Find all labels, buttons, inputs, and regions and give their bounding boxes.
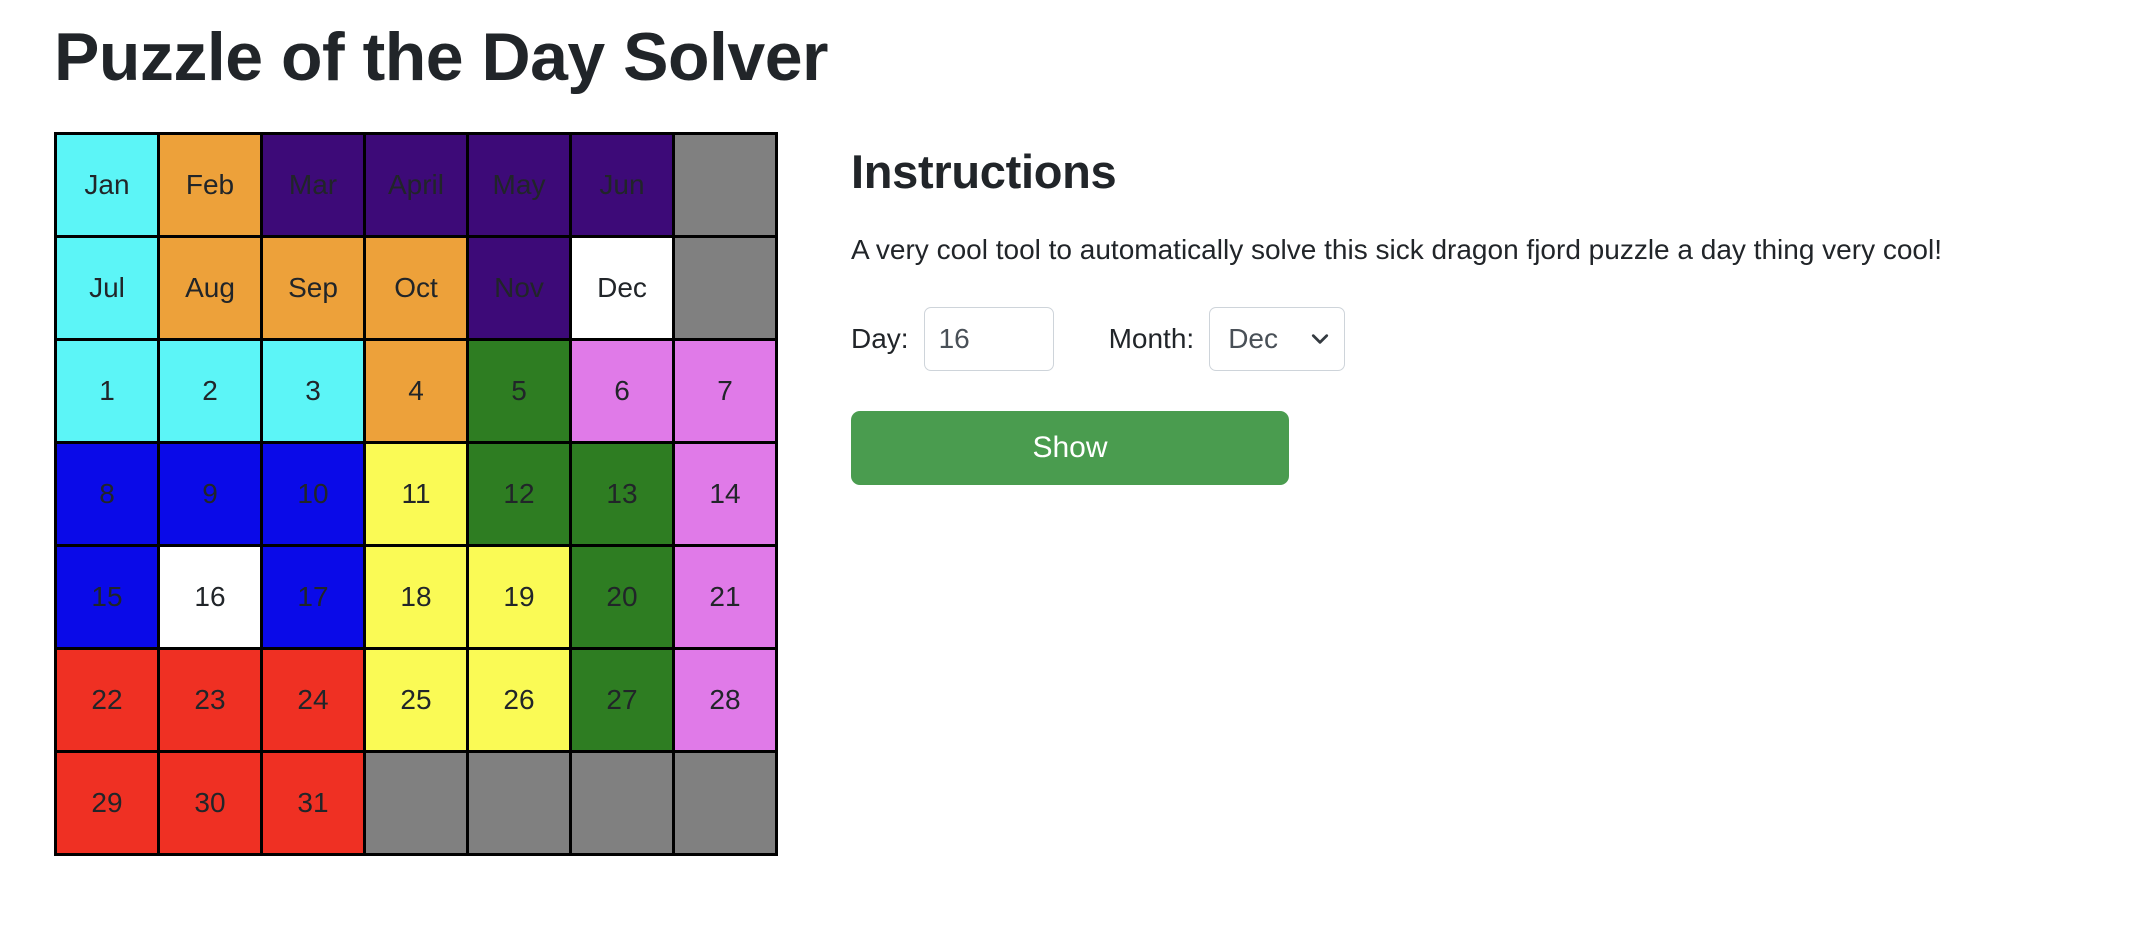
show-button[interactable]: Show xyxy=(851,410,1289,485)
board-cell-4[interactable]: 4 xyxy=(363,338,469,445)
instructions-text: A very cool tool to automatically solve … xyxy=(851,234,1942,266)
board-cell-20[interactable]: 20 xyxy=(569,544,675,651)
board-row: 22 23 24 25 26 27 28 xyxy=(54,647,778,754)
board-cell-7[interactable]: 7 xyxy=(672,338,778,445)
board-cell-dec[interactable]: Dec xyxy=(569,235,675,342)
board-cell-jul[interactable]: Jul xyxy=(54,235,160,342)
board-cell-aug[interactable]: Aug xyxy=(157,235,263,342)
board-row: 1234567 xyxy=(54,338,778,445)
board-row: Jan Feb Mar April May Jun xyxy=(54,132,778,239)
board-row: Jul Aug Sep Oct Nov Dec xyxy=(54,235,778,342)
month-select[interactable]: JanFebMarAprilMayJunJulAugSepOctNovDec xyxy=(1209,306,1346,371)
date-form: Day: Month: JanFebMarAprilMayJunJulAugSe… xyxy=(851,306,2148,371)
month-select-wrapper: JanFebMarAprilMayJunJulAugSepOctNovDec xyxy=(1209,306,1346,371)
board-cell-21[interactable]: 21 xyxy=(672,544,778,651)
board-cell-3[interactable]: 3 xyxy=(260,338,366,445)
board-cell-empty xyxy=(672,132,778,239)
board-cell-8[interactable]: 8 xyxy=(54,441,160,548)
board-cell-may[interactable]: May xyxy=(466,132,572,239)
board-cell-24[interactable]: 24 xyxy=(260,647,366,754)
board-cell-feb[interactable]: Feb xyxy=(157,132,263,239)
board-cell-26[interactable]: 26 xyxy=(466,647,572,754)
board-cell-mar[interactable]: Mar xyxy=(260,132,366,239)
board-cell-empty xyxy=(672,750,778,857)
board-cell-9[interactable]: 9 xyxy=(157,441,263,548)
board-cell-19[interactable]: 19 xyxy=(466,544,572,651)
main-columns: Jan Feb Mar April May Jun Jul Aug Sep Oct Nov Dec 1 2… xyxy=(54,132,2148,857)
instructions-panel: Instructions A very cool tool to automat… xyxy=(778,132,2148,485)
board-cell-15[interactable]: 15 xyxy=(54,544,160,651)
board-cell-27[interactable]: 27 xyxy=(569,647,675,754)
board-cell-1[interactable]: 1 xyxy=(54,338,160,445)
day-label: Day: xyxy=(851,322,909,354)
board-cell-empty xyxy=(363,750,469,857)
board-row: 15 16 17 18 19 20 21 xyxy=(54,544,778,651)
board-cell-5[interactable]: 5 xyxy=(466,338,572,445)
board-row: 8 9 10 11 12 13 14 xyxy=(54,441,778,548)
board-cell-nov[interactable]: Nov xyxy=(466,235,572,342)
board-cell-17[interactable]: 17 xyxy=(260,544,366,651)
app-root: Puzzle of the Day Solver Jan Feb Mar April M… xyxy=(0,0,2148,857)
board-cell-12[interactable]: 12 xyxy=(466,441,572,548)
board-cell-25[interactable]: 25 xyxy=(363,647,469,754)
board-cell-6[interactable]: 6 xyxy=(569,338,675,445)
board-cell-14[interactable]: 14 xyxy=(672,441,778,548)
board-cell-28[interactable]: 28 xyxy=(672,647,778,754)
puzzle-board-container: Jan Feb Mar April May Jun Jul Aug Sep Oct Nov Dec 1 2… xyxy=(54,132,778,857)
instructions-heading: Instructions xyxy=(851,145,1117,199)
board-cell-11[interactable]: 11 xyxy=(363,441,469,548)
board-cell-empty xyxy=(569,750,675,857)
board-cell-23[interactable]: 23 xyxy=(157,647,263,754)
month-label: Month: xyxy=(1108,322,1195,354)
board-cell-2[interactable]: 2 xyxy=(157,338,263,445)
board-cell-jun[interactable]: Jun xyxy=(569,132,675,239)
puzzle-board: Jan Feb Mar April May Jun Jul Aug Sep Oct Nov Dec 1 2… xyxy=(54,132,778,857)
board-cell-30[interactable]: 30 xyxy=(157,750,263,857)
board-cell-april[interactable]: April xyxy=(363,132,469,239)
day-input[interactable] xyxy=(923,306,1054,371)
board-cell-13[interactable]: 13 xyxy=(569,441,675,548)
board-cell-oct[interactable]: Oct xyxy=(363,235,469,342)
board-cell-sep[interactable]: Sep xyxy=(260,235,366,342)
board-cell-empty xyxy=(466,750,572,857)
board-cell-jan[interactable]: Jan xyxy=(54,132,160,239)
board-cell-16[interactable]: 16 xyxy=(157,544,263,651)
page-title: Puzzle of the Day Solver xyxy=(54,19,828,95)
board-cell-18[interactable]: 18 xyxy=(363,544,469,651)
board-cell-29[interactable]: 29 xyxy=(54,750,160,857)
board-cell-10[interactable]: 10 xyxy=(260,441,366,548)
board-cell-31[interactable]: 31 xyxy=(260,750,366,857)
board-row: 29 30 31 xyxy=(54,750,778,857)
board-cell-empty xyxy=(672,235,778,342)
board-cell-22[interactable]: 22 xyxy=(54,647,160,754)
